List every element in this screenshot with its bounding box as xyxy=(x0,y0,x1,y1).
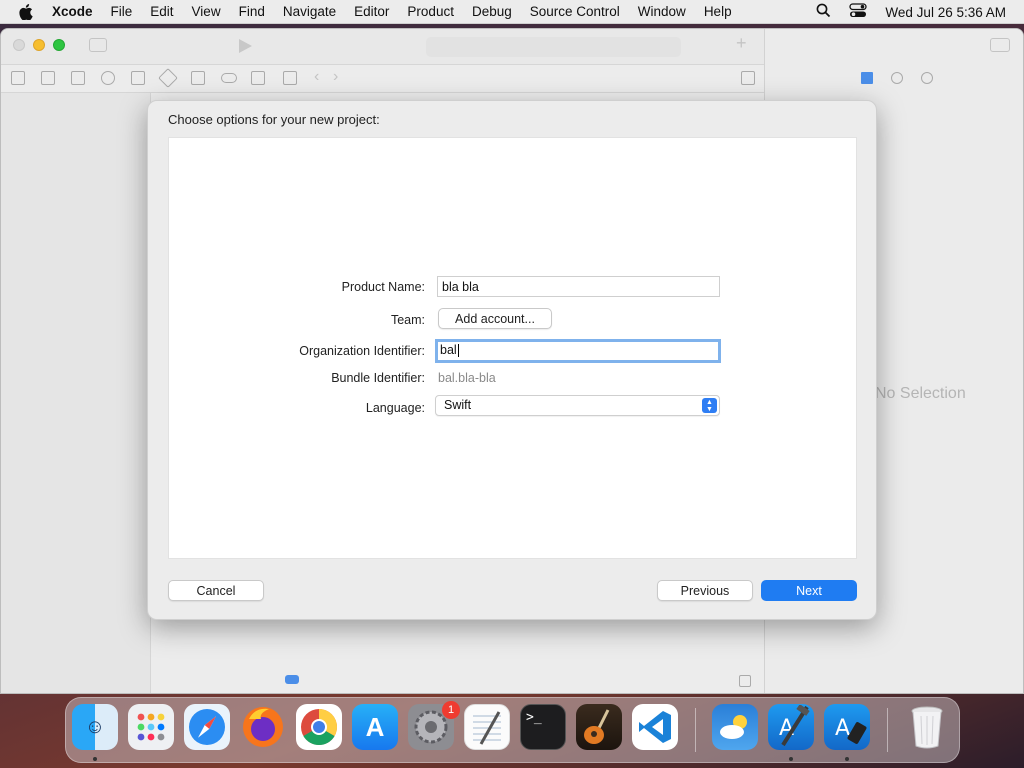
sidebar-toggle-icon[interactable] xyxy=(89,38,107,52)
minimize-window-button[interactable] xyxy=(33,39,45,51)
previous-button[interactable]: Previous xyxy=(657,580,753,601)
menu-bar: Xcode File Edit View Find Navigate Edito… xyxy=(0,0,1024,24)
report-icon[interactable] xyxy=(251,71,265,85)
bundle-identifier-value: bal.bla-bla xyxy=(438,371,496,385)
run-icon[interactable] xyxy=(239,39,252,53)
grid-icon[interactable] xyxy=(283,71,297,85)
inspector-toggle-icon[interactable] xyxy=(990,38,1010,52)
no-selection-label: No Selection xyxy=(875,385,966,402)
dialog-title: Choose options for your new project: xyxy=(168,112,380,127)
add-account-button[interactable]: Add account... xyxy=(438,308,552,329)
chrome-icon[interactable] xyxy=(296,704,342,750)
bundle-identifier-label: Bundle Identifier: xyxy=(331,371,425,385)
menu-find[interactable]: Find xyxy=(230,4,274,19)
menu-view[interactable]: View xyxy=(183,4,230,19)
editor-options-icon[interactable] xyxy=(741,71,755,85)
app-store-icon[interactable]: A xyxy=(352,704,398,750)
menu-window[interactable]: Window xyxy=(629,4,695,19)
launchpad-icon[interactable] xyxy=(128,704,174,750)
close-window-button[interactable] xyxy=(13,39,25,51)
product-name-label: Product Name: xyxy=(341,280,425,294)
symbol-icon[interactable] xyxy=(71,71,85,85)
simulator-running-dot xyxy=(845,757,849,761)
language-value: Swift xyxy=(444,398,472,412)
menu-navigate[interactable]: Navigate xyxy=(274,4,345,19)
new-project-dialog: Choose options for your new project: Pro… xyxy=(147,100,877,620)
activity-view xyxy=(426,37,681,57)
add-icon[interactable]: + xyxy=(736,33,747,54)
control-center-icon[interactable] xyxy=(849,3,868,21)
spotlight-search-icon[interactable] xyxy=(816,3,831,21)
firefox-icon[interactable] xyxy=(240,704,286,750)
org-identifier-field[interactable]: bal xyxy=(435,339,721,363)
file-inspector-icon[interactable] xyxy=(861,72,873,84)
breakpoint-icon[interactable] xyxy=(221,73,237,83)
trash-icon[interactable] xyxy=(904,704,950,750)
finder-icon[interactable]: ☺ xyxy=(72,704,118,750)
forward-icon[interactable]: › xyxy=(333,68,338,86)
terminal-icon[interactable]: >_ xyxy=(520,704,566,750)
language-label: Language: xyxy=(365,401,425,415)
menu-editor[interactable]: Editor xyxy=(345,4,398,19)
menu-file[interactable]: File xyxy=(102,4,142,19)
history-inspector-icon[interactable] xyxy=(891,72,903,84)
find-icon[interactable] xyxy=(101,71,115,85)
garageband-icon[interactable] xyxy=(576,704,622,750)
help-inspector-icon[interactable] xyxy=(921,72,933,84)
dock: ☺ A 1 >_ A A xyxy=(65,697,960,763)
finder-running-dot xyxy=(93,757,97,761)
weather-icon[interactable] xyxy=(712,704,758,750)
apple-menu-icon[interactable] xyxy=(0,3,52,20)
warning-icon[interactable] xyxy=(131,71,145,85)
options-panel: Product Name: bla bla Team: Add account.… xyxy=(168,137,857,559)
menu-edit[interactable]: Edit xyxy=(141,4,182,19)
simulator-icon[interactable]: A xyxy=(824,704,870,750)
org-identifier-label: Organization Identifier: xyxy=(299,344,425,358)
navigator-bar: ‹ › xyxy=(1,65,764,93)
cancel-button[interactable]: Cancel xyxy=(168,580,264,601)
zoom-window-button[interactable] xyxy=(53,39,65,51)
language-select[interactable]: Swift ▲ ▼ xyxy=(435,395,720,416)
dock-separator xyxy=(695,708,696,752)
textedit-icon[interactable] xyxy=(464,704,510,750)
menu-clock[interactable]: Wed Jul 26 5:36 AM xyxy=(885,5,1006,20)
menu-product[interactable]: Product xyxy=(398,4,463,19)
dock-separator xyxy=(887,708,888,752)
team-label: Team: xyxy=(390,313,425,327)
chevron-updown-icon: ▲ ▼ xyxy=(702,398,717,413)
navigator-area xyxy=(1,93,151,693)
org-identifier-value: bal xyxy=(440,343,457,357)
menu-help[interactable]: Help xyxy=(695,4,741,19)
minimap-icon[interactable] xyxy=(739,675,751,687)
next-button[interactable]: Next xyxy=(761,580,857,601)
source-control-icon[interactable] xyxy=(41,71,55,85)
vscode-icon[interactable] xyxy=(632,704,678,750)
debug-icon[interactable] xyxy=(191,71,205,85)
menu-app-name[interactable]: Xcode xyxy=(52,4,102,19)
filter-icon[interactable] xyxy=(285,675,299,684)
text-cursor xyxy=(457,344,459,358)
safari-icon[interactable] xyxy=(184,704,230,750)
xcode-running-dot xyxy=(789,757,793,761)
folder-icon[interactable] xyxy=(11,71,25,85)
product-name-field[interactable]: bla bla xyxy=(437,276,720,297)
xcode-icon[interactable]: A xyxy=(768,704,814,750)
back-icon[interactable]: ‹ xyxy=(314,68,319,86)
test-icon[interactable] xyxy=(158,68,178,88)
settings-badge: 1 xyxy=(442,701,460,719)
menu-debug[interactable]: Debug xyxy=(463,4,521,19)
menu-source-control[interactable]: Source Control xyxy=(521,4,629,19)
